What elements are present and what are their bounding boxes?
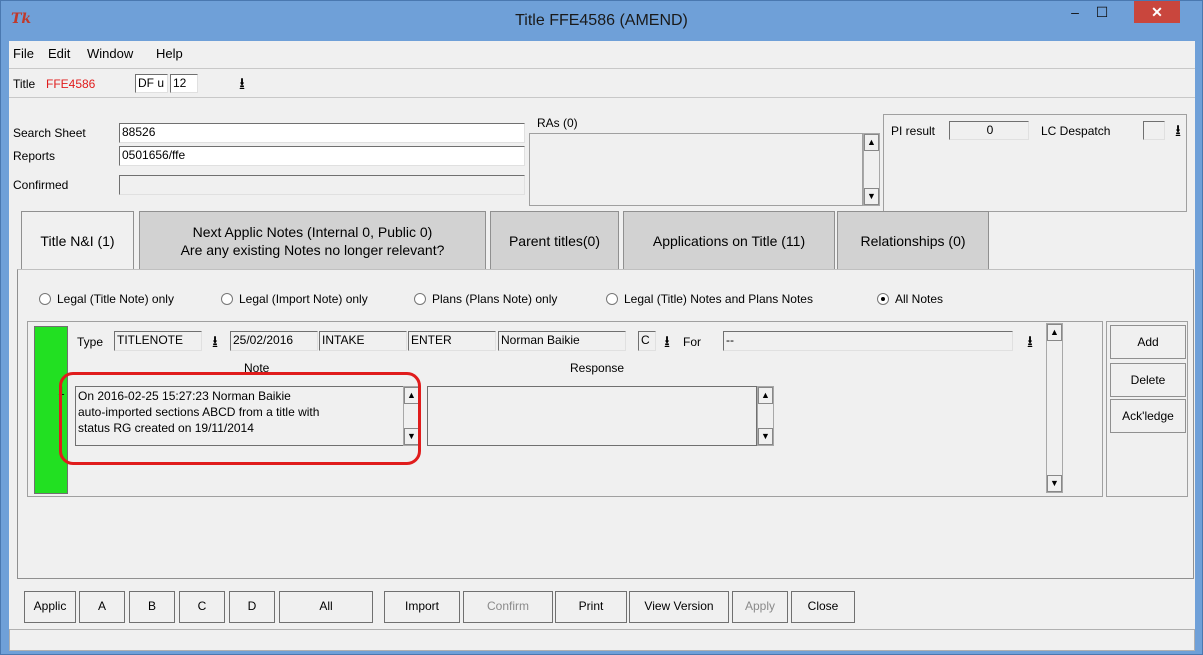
confirmed-field[interactable] (119, 175, 525, 195)
filter-plans[interactable]: Plans (Plans Note) only (414, 292, 557, 306)
minimize-button[interactable]: – (1062, 1, 1088, 23)
download-arrow-icon[interactable]: ⭳ (233, 74, 251, 92)
filter-legal-import[interactable]: Legal (Import Note) only (221, 292, 368, 306)
triangle-down-icon[interactable]: ▼ (758, 428, 773, 445)
triangle-up-icon[interactable]: ▲ (864, 134, 879, 151)
menu-file[interactable]: File (13, 46, 34, 61)
notes-scrollbar[interactable]: ▲ ▼ (1046, 323, 1063, 493)
lc-despatch-label: LC Despatch (1041, 124, 1111, 138)
ras-scrollbar[interactable]: ▲ ▼ (863, 133, 880, 206)
stage-field[interactable]: INTAKE (319, 331, 407, 351)
d-button[interactable]: D (229, 591, 275, 623)
triangle-down-icon[interactable]: ▼ (864, 188, 879, 205)
search-sheet-field[interactable]: 88526 (119, 123, 525, 143)
radio-button-icon[interactable] (606, 293, 618, 305)
radio-button-icon[interactable] (877, 293, 889, 305)
reports-field[interactable]: 0501656/ffe (119, 146, 525, 166)
annotation-highlight (59, 372, 421, 465)
pi-result-field: 0 (949, 121, 1029, 140)
filter-label: Legal (Title) Notes and Plans Notes (624, 292, 813, 306)
filter-legal-and-plans[interactable]: Legal (Title) Notes and Plans Notes (606, 292, 813, 306)
filter-label: Legal (Import Note) only (239, 292, 368, 306)
window-title: Title FFE4586 (AMEND) (515, 12, 688, 29)
filter-legal-title[interactable]: Legal (Title Note) only (39, 292, 174, 306)
tab-relationships[interactable]: Relationships (0) (837, 211, 989, 269)
all-button[interactable]: All (279, 591, 373, 623)
filter-all-notes[interactable]: All Notes (877, 292, 943, 306)
confirmed-label: Confirmed (13, 178, 69, 192)
title-label: Title (13, 77, 36, 91)
filter-label: Plans (Plans Note) only (432, 292, 558, 306)
b-button[interactable]: B (129, 591, 175, 623)
a-button[interactable]: A (79, 591, 125, 623)
code-field[interactable]: C (638, 331, 656, 351)
response-scrollbar[interactable]: ▲ ▼ (757, 386, 774, 446)
filter-label: All Notes (895, 292, 944, 306)
client-area: File Edit Window Help Title FFE4586 DF u… (9, 41, 1195, 651)
pi-result-label: PI result (891, 124, 936, 138)
tab-applications-on-title[interactable]: Applications on Title (11) (623, 211, 835, 269)
status-bar (9, 629, 1195, 651)
title-toolbar: Title FFE4586 DF u 12 ⭳ (9, 68, 1195, 98)
ras-label: RAs (0) (537, 116, 578, 130)
add-button[interactable]: Add (1110, 325, 1186, 359)
radio-button-icon[interactable] (414, 293, 426, 305)
lc-despatch-field[interactable] (1143, 121, 1165, 140)
response-column-header: Response (570, 361, 625, 375)
triangle-up-icon[interactable]: ▲ (758, 387, 773, 404)
for-label: For (683, 335, 701, 349)
confirm-button[interactable]: Confirm (463, 591, 553, 623)
date-field[interactable]: 25/02/2016 (230, 331, 318, 351)
menu-help[interactable]: Help (156, 46, 183, 61)
view-version-button[interactable]: View Version (629, 591, 729, 623)
title-number: FFE4586 (46, 77, 96, 91)
for-field[interactable]: -- (723, 331, 1013, 351)
menu-edit[interactable]: Edit (48, 46, 70, 61)
tab-parent-titles[interactable]: Parent titles(0) (490, 211, 619, 269)
download-arrow-icon[interactable]: ⭳ (1021, 332, 1039, 350)
response-text[interactable] (427, 386, 757, 446)
type-label: Type (77, 335, 104, 349)
close-window-button[interactable]: ✕ (1134, 1, 1180, 23)
close-button[interactable]: Close (791, 591, 855, 623)
title-number-field[interactable]: 12 (170, 74, 198, 93)
search-sheet-label: Search Sheet (13, 126, 86, 140)
tab-next-applic-notes[interactable]: Next Applic Notes (Internal 0, Public 0)… (139, 211, 486, 269)
application-window: Tk Title FFE4586 (AMEND) – ☐ ✕ File Edit… (0, 0, 1203, 655)
download-arrow-icon[interactable]: ⭳ (1169, 121, 1187, 139)
acknowledge-button[interactable]: Ack'ledge (1110, 399, 1186, 433)
ras-list[interactable] (529, 133, 863, 206)
filter-label: Legal (Title Note) only (57, 292, 174, 306)
maximize-button[interactable]: ☐ (1089, 1, 1115, 23)
radio-button-icon[interactable] (39, 293, 51, 305)
menu-bar: File Edit Window Help (9, 41, 1195, 66)
download-arrow-icon[interactable]: ⭳ (658, 332, 676, 350)
applic-button[interactable]: Applic (24, 591, 76, 623)
reports-label: Reports (13, 149, 56, 163)
action-field[interactable]: ENTER (408, 331, 496, 351)
title-code-field[interactable]: DF u (135, 74, 168, 93)
tab-title-ni[interactable]: Title N&I (1) (21, 211, 134, 269)
apply-button[interactable]: Apply (732, 591, 788, 623)
triangle-up-icon[interactable]: ▲ (1047, 324, 1062, 341)
import-button[interactable]: Import (384, 591, 460, 623)
type-field[interactable]: TITLENOTE (114, 331, 202, 351)
radio-button-icon[interactable] (221, 293, 233, 305)
c-button[interactable]: C (179, 591, 225, 623)
triangle-down-icon[interactable]: ▼ (1047, 475, 1062, 492)
download-arrow-icon[interactable]: ⭳ (206, 332, 224, 350)
print-button[interactable]: Print (555, 591, 627, 623)
user-field[interactable]: Norman Baikie (498, 331, 626, 351)
menu-window[interactable]: Window (87, 46, 133, 61)
delete-button[interactable]: Delete (1110, 363, 1186, 397)
title-bar[interactable]: Tk Title FFE4586 (AMEND) – ☐ ✕ (1, 1, 1202, 41)
